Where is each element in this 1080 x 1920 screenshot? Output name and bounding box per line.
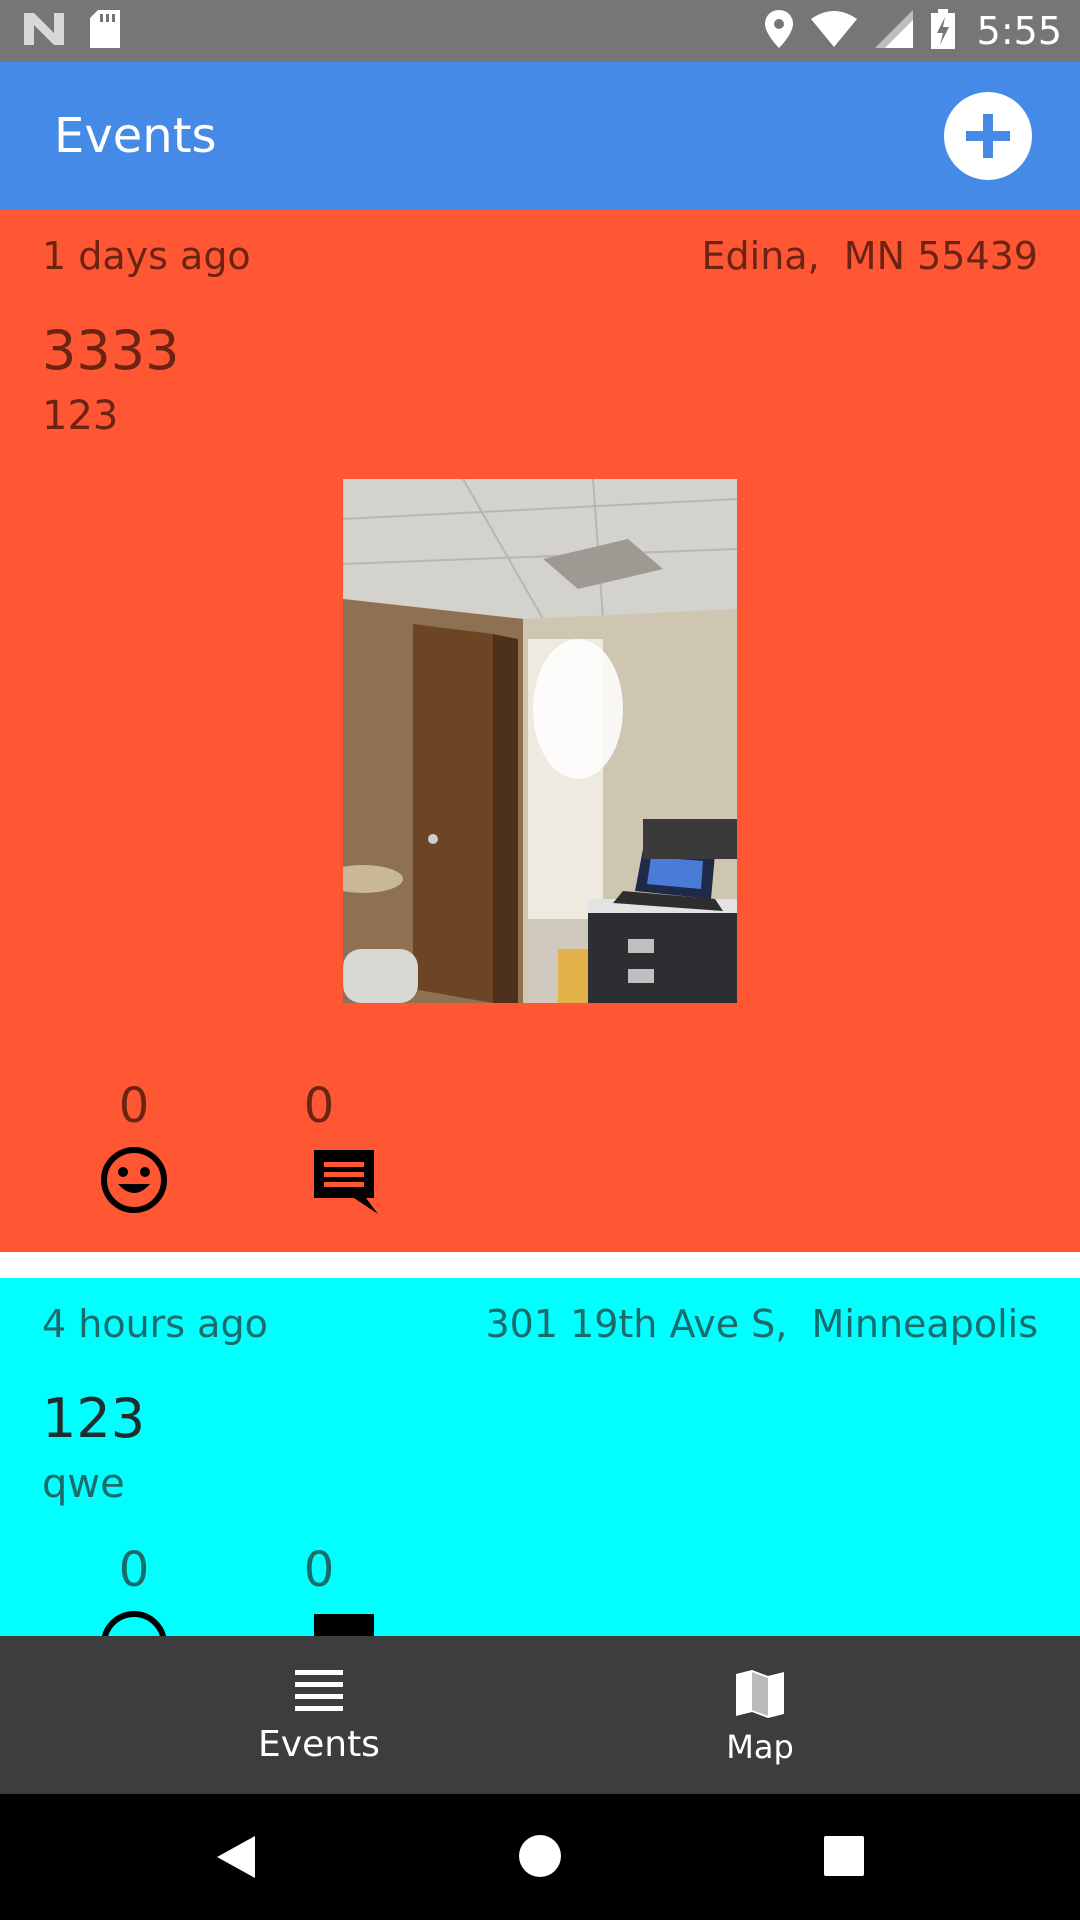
plus-icon <box>966 114 1010 158</box>
sd-card-icon <box>90 10 120 52</box>
wifi-icon <box>810 11 857 51</box>
status-time: 5:55 <box>976 9 1062 53</box>
back-icon[interactable] <box>215 1834 257 1884</box>
event-time: 4 hours ago <box>42 1302 268 1346</box>
system-navigation-bar <box>0 1794 1080 1920</box>
status-bar: 5:55 <box>0 0 1080 62</box>
comment-count: 0 <box>303 1078 335 1134</box>
bottom-navigation: Events Map <box>0 1636 1080 1794</box>
event-time: 1 days ago <box>42 234 251 278</box>
page-title: Events <box>54 108 217 164</box>
recents-icon[interactable] <box>824 1836 864 1880</box>
home-icon[interactable] <box>518 1834 562 1882</box>
app-bar: Events <box>0 62 1080 210</box>
nav-map[interactable]: Map <box>610 1636 910 1794</box>
nav-map-label: Map <box>726 1728 794 1766</box>
event-description: qwe <box>42 1461 125 1507</box>
reaction-count: 0 <box>118 1542 150 1598</box>
n-logo-icon <box>24 13 64 49</box>
location-pin-icon <box>764 10 793 52</box>
event-location: Edina, MN 55439 <box>701 234 1038 278</box>
battery-charging-icon <box>930 9 955 53</box>
event-card[interactable]: 4 hours ago 301 19th Ave S, Minneapolis … <box>0 1278 1080 1636</box>
event-photo[interactable] <box>343 479 737 1003</box>
smiley-icon[interactable] <box>100 1610 168 1636</box>
event-title: 123 <box>42 1387 146 1450</box>
cell-signal-icon <box>874 10 913 52</box>
list-icon <box>295 1670 343 1711</box>
map-icon <box>736 1670 784 1718</box>
event-location: 301 19th Ave S, Minneapolis <box>485 1302 1038 1346</box>
comment-count: 0 <box>303 1542 335 1598</box>
comment-icon[interactable] <box>310 1610 378 1636</box>
add-event-button[interactable] <box>944 92 1032 180</box>
comment-icon[interactable] <box>310 1146 378 1218</box>
event-description: 123 <box>42 393 119 439</box>
event-feed[interactable]: 1 days ago Edina, MN 55439 3333 123 0 0 … <box>0 210 1080 1636</box>
reaction-count: 0 <box>118 1078 150 1134</box>
event-title: 3333 <box>42 319 180 382</box>
nav-events-label: Events <box>258 1724 380 1765</box>
event-card[interactable]: 1 days ago Edina, MN 55439 3333 123 0 0 <box>0 210 1080 1252</box>
nav-events[interactable]: Events <box>169 1636 469 1794</box>
smiley-icon[interactable] <box>100 1146 168 1218</box>
